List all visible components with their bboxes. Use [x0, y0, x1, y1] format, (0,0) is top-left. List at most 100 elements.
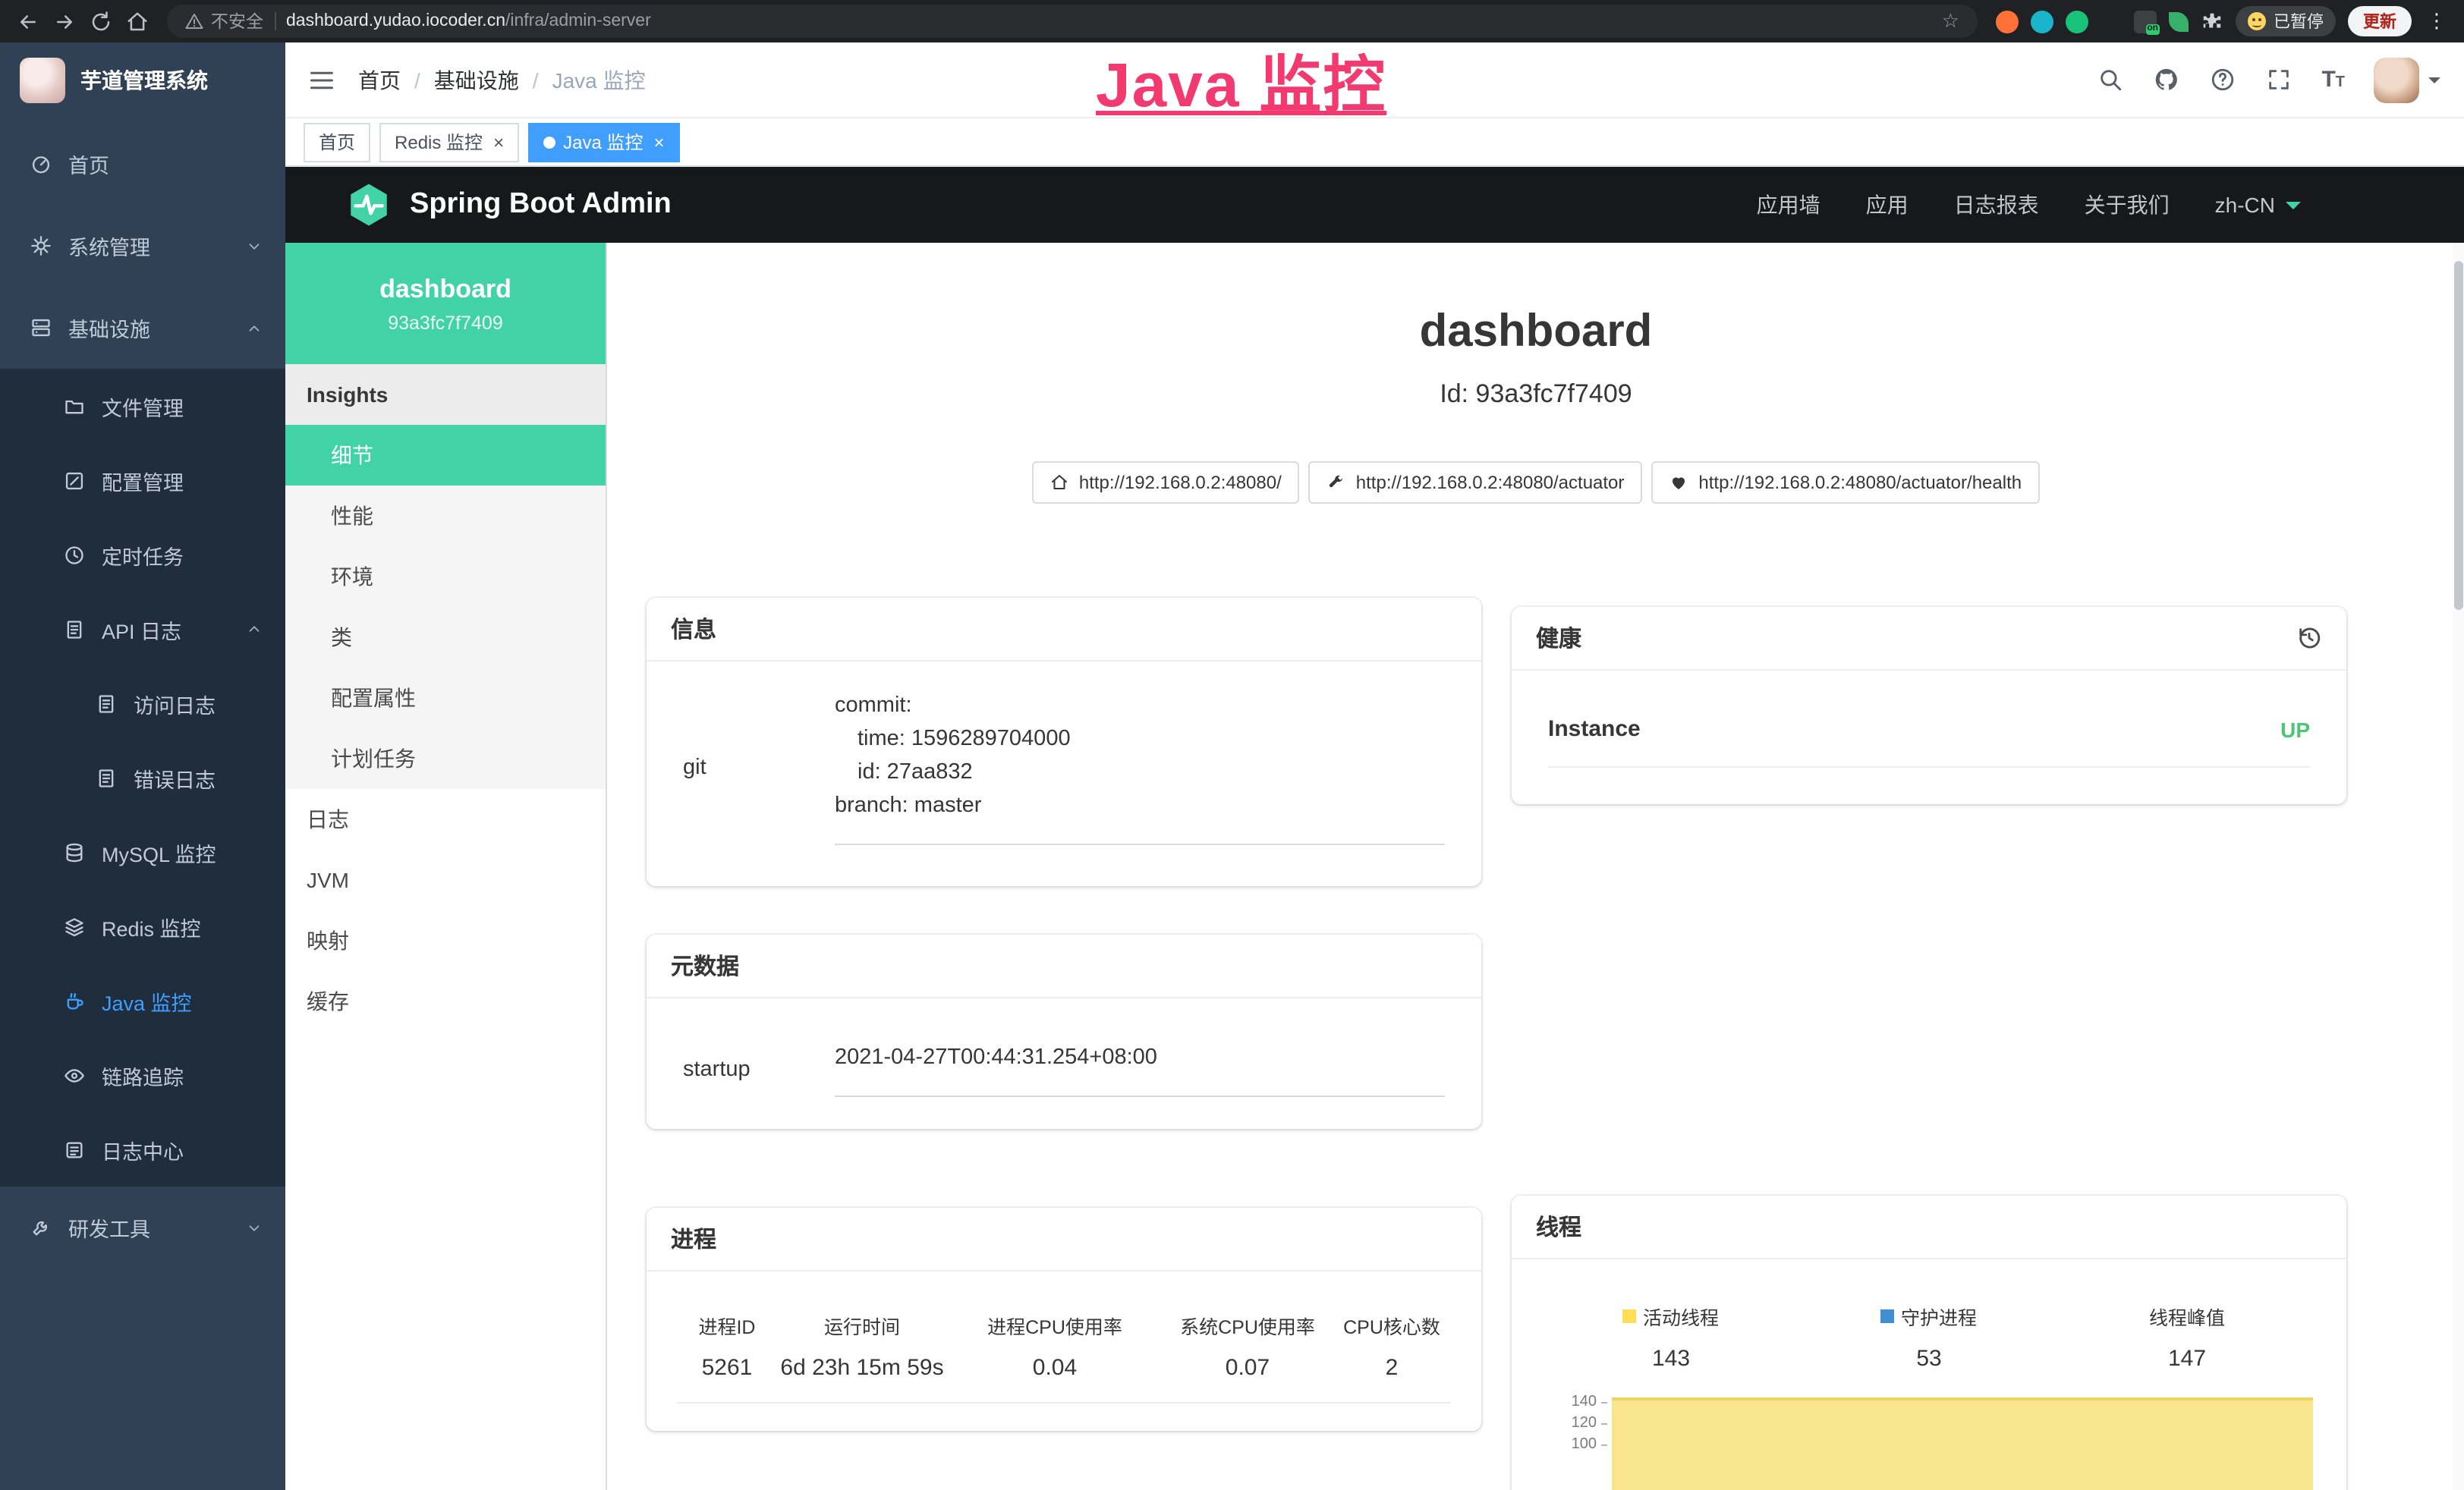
breadcrumb-home[interactable]: 首页	[358, 64, 401, 95]
sba-item-config-props[interactable]: 配置属性	[285, 668, 606, 728]
sidebar-item-api-log[interactable]: API 日志	[0, 592, 285, 666]
tick-mark	[1601, 1402, 1607, 1404]
link-actuator-url[interactable]: http://192.168.0.2:48080/actuator	[1309, 461, 1643, 504]
extensions-puzzle-icon[interactable]	[2201, 10, 2223, 33]
active-dot	[543, 136, 555, 148]
address-bar[interactable]: 不安全 dashboard.yudao.iocoder.cn/infra/adm…	[167, 5, 1978, 38]
legend-peak: 线程峰值	[2058, 1302, 2316, 1331]
link-service-url[interactable]: http://192.168.0.2:48080/	[1032, 461, 1300, 504]
security-chip[interactable]: 不安全	[185, 9, 263, 33]
sba-item-mappings[interactable]: 映射	[285, 910, 606, 971]
github-icon[interactable]	[2153, 66, 2180, 93]
layers-icon	[64, 916, 85, 937]
sidebar-item-tracing[interactable]: 链路追踪	[0, 1038, 285, 1112]
sidebar-item-file-management[interactable]: 文件管理	[0, 369, 285, 443]
sba-item-logs[interactable]: 日志	[285, 789, 606, 850]
tick-mark	[1601, 1444, 1607, 1446]
forward-icon[interactable]	[52, 9, 76, 33]
sidebar-item-home[interactable]: 首页	[0, 123, 285, 205]
sidebar-item-log-center[interactable]: 日志中心	[0, 1112, 285, 1187]
sidebar-item-access-log[interactable]: 访问日志	[0, 666, 285, 740]
sidebar-item-redis-monitor[interactable]: Redis 监控	[0, 889, 285, 963]
tags-view-bar: 首页 Redis 监控 × Java 监控 ×	[285, 118, 2464, 167]
back-icon[interactable]	[15, 9, 39, 33]
sba-sidebar: dashboard 93a3fc7f7409 Insights 细节 性能 环境…	[285, 243, 607, 1490]
column-header: CPU核心数	[1333, 1311, 1451, 1340]
sidebar-item-java-monitor[interactable]: Java 监控	[0, 963, 285, 1038]
sba-item-jvm[interactable]: JVM	[285, 850, 606, 910]
tab-redis-monitor[interactable]: Redis 监控 ×	[379, 122, 519, 162]
extension-orange-icon[interactable]	[1996, 10, 2019, 33]
threads-chart: 140 120 100	[1542, 1390, 2316, 1490]
cell-pid: 5261	[677, 1355, 777, 1381]
avatar	[2374, 57, 2419, 102]
breadcrumb-separator: /	[414, 68, 420, 92]
status-badge: UP	[2280, 717, 2310, 741]
app-menu: 首页 系统管理 基础设施 文件管理 配置管理	[0, 123, 285, 1268]
close-icon[interactable]: ×	[493, 133, 504, 151]
extension-leaf-icon[interactable]	[2169, 11, 2189, 31]
breadcrumb-section[interactable]: 基础设施	[434, 64, 519, 95]
link-health-url[interactable]: http://192.168.0.2:48080/actuator/health	[1651, 461, 2040, 504]
paused-badge[interactable]: 已暂停	[2236, 6, 2336, 36]
sba-locale-select[interactable]: zh-CN	[2215, 193, 2301, 217]
sba-nav-journal[interactable]: 日志报表	[1954, 190, 2039, 220]
reload-icon[interactable]	[88, 9, 112, 33]
browser-update-button[interactable]: 更新	[2348, 6, 2412, 36]
extension-on-badge-icon[interactable]: on	[2134, 10, 2157, 33]
sidebar-item-scheduled-jobs[interactable]: 定时任务	[0, 517, 285, 592]
sba-brand[interactable]: Spring Boot Admin	[346, 182, 672, 228]
sba-item-classes[interactable]: 类	[285, 607, 606, 668]
extension-teal-icon[interactable]	[2031, 10, 2053, 33]
sba-item-metrics[interactable]: 性能	[285, 486, 606, 546]
log-center-icon	[64, 1139, 85, 1160]
sidebar-item-error-log[interactable]: 错误日志	[0, 740, 285, 815]
chevron-down-icon	[246, 1219, 263, 1236]
legend-daemon: 守护进程	[1800, 1302, 2058, 1331]
sidebar-item-config-management[interactable]: 配置管理	[0, 443, 285, 517]
close-icon[interactable]: ×	[653, 133, 664, 151]
search-icon[interactable]	[2097, 66, 2124, 93]
app-logo-row[interactable]: 芋道管理系统	[0, 42, 285, 118]
sidebar-item-mysql-monitor[interactable]: MySQL 监控	[0, 815, 285, 889]
tab-home[interactable]: 首页	[304, 122, 370, 162]
sba-nav-applications[interactable]: 应用	[1866, 190, 1909, 220]
tab-java-monitor[interactable]: Java 监控 ×	[528, 122, 679, 162]
sidebar-item-dev-tools[interactable]: 研发工具	[0, 1187, 285, 1268]
extension-grid-icon[interactable]	[2101, 11, 2122, 32]
document-icon	[96, 767, 117, 788]
sidebar-item-system[interactable]: 系统管理	[0, 205, 285, 287]
process-table: 进程ID 运行时间 进程CPU使用率 系统CPU使用率 CPU核心数 5261 …	[647, 1272, 1481, 1431]
sba-item-caches[interactable]: 缓存	[285, 971, 606, 1032]
history-icon[interactable]	[2296, 625, 2322, 651]
sba-nav-wallboard[interactable]: 应用墙	[1757, 190, 1820, 220]
sba-item-environment[interactable]: 环境	[285, 546, 606, 607]
scrollbar[interactable]	[2453, 243, 2464, 1490]
server-icon	[30, 317, 52, 338]
sba-item-details[interactable]: 细节	[285, 425, 606, 486]
scrollbar-thumb[interactable]	[2454, 261, 2463, 610]
chevron-up-icon	[246, 621, 263, 637]
user-menu[interactable]	[2374, 57, 2440, 102]
legend-live-value: 143	[1542, 1346, 1800, 1372]
sba-group-insights[interactable]: Insights	[285, 364, 606, 425]
hamburger-icon[interactable]	[285, 66, 358, 93]
fullscreen-icon[interactable]	[2265, 66, 2292, 93]
cell-cpu-cores: 2	[1333, 1355, 1451, 1381]
sba-instance-header[interactable]: dashboard 93a3fc7f7409	[285, 243, 606, 364]
extension-green-icon[interactable]	[2066, 10, 2088, 33]
instance-id: 93a3fc7f7409	[388, 312, 503, 333]
sba-nav-about[interactable]: 关于我们	[2085, 190, 2170, 220]
bookmark-star-icon[interactable]: ☆	[1942, 9, 1959, 33]
browser-menu-icon[interactable]: ⋮	[2424, 9, 2450, 33]
help-icon[interactable]	[2209, 66, 2236, 93]
instance-name: dashboard	[379, 274, 511, 304]
home-icon[interactable]	[124, 9, 149, 33]
sba-item-scheduled-tasks[interactable]: 计划任务	[285, 728, 606, 789]
sba-nav: 应用墙 应用 日志报表 关于我们 zh-CN	[1757, 190, 2301, 220]
legend-peak-value: 147	[2058, 1346, 2316, 1372]
sidebar-item-infrastructure[interactable]: 基础设施	[0, 287, 285, 369]
breadcrumb: 首页 / 基础设施 / Java 监控	[358, 64, 646, 95]
font-size-icon[interactable]: TT	[2321, 67, 2345, 93]
caret-down-icon	[2286, 201, 2301, 216]
